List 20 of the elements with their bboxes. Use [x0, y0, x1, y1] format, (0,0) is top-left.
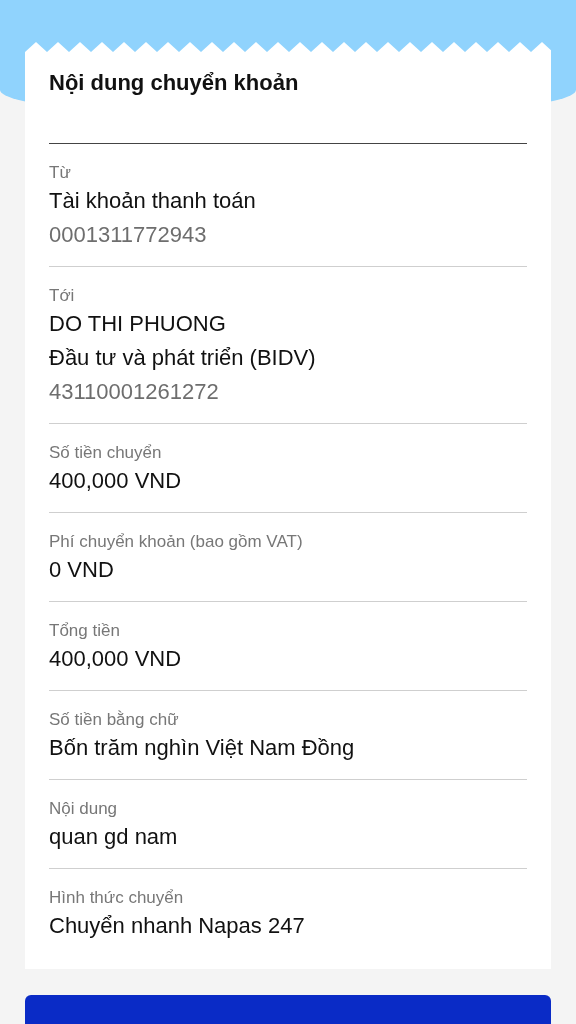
field-label: Phí chuyển khoản (bao gồm VAT): [49, 531, 304, 553]
field-value: Chuyển nhanh Napas 247: [49, 912, 306, 940]
field-label: Tổng tiền: [49, 620, 121, 642]
field-value: Bốn trăm nghìn Việt Nam Đồng: [49, 734, 356, 762]
field-label: Hình thức chuyển: [49, 887, 185, 909]
field-label: Nội dung: [49, 798, 119, 820]
field-value: quan gd nam: [49, 823, 179, 851]
field-label: Từ: [49, 162, 72, 184]
field-label: Tới: [49, 285, 76, 307]
field-value: 0001311772943: [49, 221, 208, 249]
field-value: Tài khoản thanh toán: [49, 187, 257, 215]
card-title: Nội dung chuyển khoản: [49, 52, 527, 144]
field-value: 400,000 VND: [49, 467, 183, 495]
field-value: 43110001261272: [49, 378, 220, 406]
field-value: Đầu tư và phát triển (BIDV): [49, 344, 317, 372]
field-value: 400,000 VND: [49, 645, 183, 673]
field-value: DO THI PHUONG: [49, 310, 227, 338]
field-label: Số tiền chuyển: [49, 442, 163, 464]
field-value: 0 VND: [49, 556, 115, 584]
field-label: Số tiền bằng chữ: [49, 709, 180, 731]
